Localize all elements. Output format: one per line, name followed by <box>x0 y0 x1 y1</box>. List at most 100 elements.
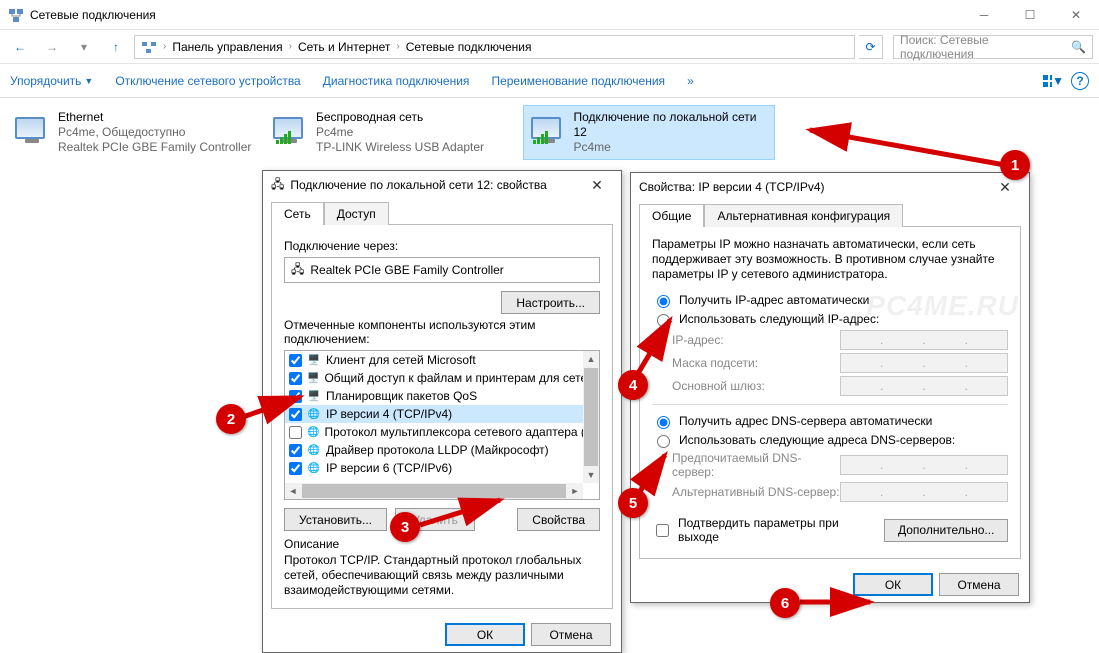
components-list[interactable]: 🖥️ Клиент для сетей Microsoft 🖥️Общий дос… <box>284 350 600 500</box>
breadcrumb-icon <box>141 39 157 55</box>
radio-dns-auto[interactable]: Получить адрес DNS-сервера автоматически <box>652 413 1008 429</box>
nav-up-button[interactable]: ↑ <box>102 33 130 61</box>
component-checkbox[interactable] <box>289 462 302 475</box>
annotation-badge-2: 2 <box>216 404 246 434</box>
ethernet-icon <box>12 110 48 146</box>
connection-name: Подключение по локальной сети 12 <box>573 110 770 140</box>
cmd-rename[interactable]: Переименование подключения <box>491 74 665 88</box>
qos-icon: 🖥️ <box>307 389 321 403</box>
cmd-diagnose[interactable]: Диагностика подключения <box>323 74 470 88</box>
connection-name: Ethernet <box>58 110 251 125</box>
view-options-button[interactable]: ▼ <box>1041 69 1065 93</box>
annotation-badge-4: 4 <box>618 370 648 400</box>
search-input[interactable]: Поиск: Сетевые подключения 🔍 <box>893 35 1093 59</box>
annotation-badge-3: 3 <box>390 512 420 542</box>
protocol-icon: 🌐 <box>307 407 321 421</box>
breadcrumb-network-internet[interactable]: Сеть и Интернет <box>298 40 390 54</box>
connection-name: Беспроводная сеть <box>316 110 484 125</box>
component-label: Клиент для сетей Microsoft <box>326 353 476 367</box>
refresh-button[interactable]: ⟳ <box>859 35 883 59</box>
adapter-field[interactable]: 🖧 Realtek PCIe GBE Family Controller <box>284 257 600 283</box>
breadcrumb[interactable]: › Панель управления › Сеть и Интернет › … <box>134 35 855 59</box>
component-row[interactable]: 🌐Протокол мультиплексора сетевого адапте… <box>285 423 583 441</box>
maximize-button[interactable]: ☐ <box>1007 0 1053 30</box>
chevron-down-icon: ▼ <box>84 76 93 86</box>
subnet-mask-input: ... <box>840 353 1008 373</box>
horizontal-scrollbar[interactable]: ◄► <box>285 483 583 499</box>
component-label: Протокол мультиплексора сетевого адаптер… <box>324 425 583 439</box>
component-checkbox[interactable] <box>289 390 302 403</box>
tab-alt-config[interactable]: Альтернативная конфигурация <box>704 204 903 227</box>
tab-network[interactable]: Сеть <box>271 202 324 225</box>
subnet-mask-row: Маска подсети:... <box>672 353 1008 373</box>
adapter-name: Realtek PCIe GBE Family Controller <box>310 263 503 277</box>
share-icon: 🖥️ <box>307 371 319 385</box>
help-button[interactable]: ? <box>1071 72 1089 90</box>
nav-back-button[interactable]: ← <box>6 33 34 61</box>
close-button[interactable]: ✕ <box>1053 0 1099 30</box>
cmd-disable-device[interactable]: Отключение сетевого устройства <box>115 74 300 88</box>
component-checkbox[interactable] <box>289 408 302 421</box>
component-row[interactable]: 🌐IP версии 6 (TCP/IPv6) <box>285 459 583 477</box>
component-row[interactable]: 🖥️Общий доступ к файлам и принтерам для … <box>285 369 583 387</box>
breadcrumb-network-connections[interactable]: Сетевые подключения <box>406 40 532 54</box>
ipv4-intro-text: Параметры IP можно назначать автоматичес… <box>652 237 1008 282</box>
description-text: Протокол TCP/IP. Стандартный протокол гл… <box>284 553 600 598</box>
component-label: IP версии 4 (TCP/IPv4) <box>326 407 452 421</box>
client-icon: 🖥️ <box>307 353 321 367</box>
component-row[interactable]: 🖥️Планировщик пакетов QoS <box>285 387 583 405</box>
component-properties-button[interactable]: Свойства <box>517 508 600 531</box>
tab-access[interactable]: Доступ <box>324 202 389 225</box>
protocol-icon: 🌐 <box>307 443 321 457</box>
vertical-scrollbar[interactable]: ▲▼ <box>583 351 599 483</box>
cmd-more[interactable]: » <box>687 74 694 88</box>
component-checkbox[interactable] <box>289 426 302 439</box>
advanced-button[interactable]: Дополнительно... <box>884 519 1008 542</box>
connection-device: Realtek PCIe GBE Family Controller <box>58 140 251 155</box>
component-row[interactable]: 🌐 Драйвер протокола LLDP (Майкрософт) <box>285 441 583 459</box>
nic-icon: 🖧 <box>291 260 304 281</box>
ok-button[interactable]: ОК <box>853 573 933 596</box>
dialog-title: Свойства: IP версии 4 (TCP/IPv4) <box>639 180 825 194</box>
install-button[interactable]: Установить... <box>284 508 387 531</box>
nav-history-button[interactable]: ▾ <box>70 33 98 61</box>
dialog-titlebar: 🖧 Подключение по локальной сети 12: свой… <box>263 171 621 199</box>
connection-local-12[interactable]: Подключение по локальной сети 12 Pc4me <box>524 106 774 159</box>
window-title: Сетевые подключения <box>30 8 156 22</box>
gateway-row: Основной шлюз:... <box>672 376 1008 396</box>
component-checkbox[interactable] <box>289 354 302 367</box>
minimize-button[interactable]: ─ <box>961 0 1007 30</box>
component-row[interactable]: 🖥️ Клиент для сетей Microsoft <box>285 351 583 369</box>
cancel-button[interactable]: Отмена <box>939 573 1019 596</box>
breadcrumb-control-panel[interactable]: Панель управления <box>172 40 282 54</box>
titlebar: Сетевые подключения ─ ☐ ✕ <box>0 0 1099 30</box>
component-checkbox[interactable] <box>289 444 302 457</box>
ip-address-row: IP-адрес:... <box>672 330 1008 350</box>
components-label: Отмеченные компоненты используются этим … <box>284 318 600 346</box>
close-icon[interactable]: ✕ <box>989 179 1021 196</box>
component-label: Драйвер протокола LLDP (Майкрософт) <box>326 443 549 457</box>
configure-button[interactable]: Настроить... <box>501 291 600 314</box>
description-heading: Описание <box>284 537 600 551</box>
chevron-right-icon: › <box>289 41 292 52</box>
connection-ethernet[interactable]: Ethernet Pc4me, Общедоступно Realtek PCI… <box>8 106 258 159</box>
validate-checkbox[interactable]: Подтвердить параметры при выходе <box>652 516 876 544</box>
network-icon <box>8 7 24 23</box>
connection-wireless[interactable]: Беспроводная сеть Pc4me TP-LINK Wireless… <box>266 106 516 159</box>
annotation-badge-1: 1 <box>1000 150 1030 180</box>
nav-forward-button[interactable]: → <box>38 33 66 61</box>
close-icon[interactable]: ✕ <box>581 177 613 194</box>
connection-properties-dialog: 🖧 Подключение по локальной сети 12: свой… <box>262 170 622 653</box>
dns-preferred-input: ... <box>840 455 1008 475</box>
ipv4-properties-dialog: Свойства: IP версии 4 (TCP/IPv4) ✕ Общие… <box>630 172 1030 603</box>
cmd-organize[interactable]: Упорядочить▼ <box>10 74 93 88</box>
dns-alt-row: Альтернативный DNS-сервер:... <box>672 482 1008 502</box>
radio-dns-manual[interactable]: Использовать следующие адреса DNS-сервер… <box>652 432 1008 448</box>
adapter-icon: 🖧 <box>271 175 284 196</box>
dialog-titlebar: Свойства: IP версии 4 (TCP/IPv4) ✕ <box>631 173 1029 201</box>
component-row-ipv4[interactable]: 🌐 IP версии 4 (TCP/IPv4) <box>285 405 583 423</box>
component-checkbox[interactable] <box>289 372 302 385</box>
connection-status: Pc4me, Общедоступно <box>58 125 251 140</box>
tab-general[interactable]: Общие <box>639 204 704 227</box>
command-bar: Упорядочить▼ Отключение сетевого устройс… <box>0 64 1099 98</box>
